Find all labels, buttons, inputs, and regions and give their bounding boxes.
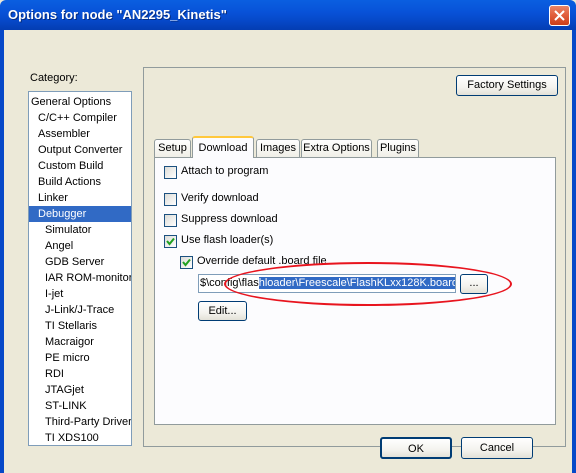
- board-file-path-input[interactable]: $\config\flashloader\Freescale\FlashKLxx…: [198, 274, 456, 293]
- suppress-download-checkbox[interactable]: Suppress download: [164, 213, 304, 228]
- override-board-file-checkbox[interactable]: Override default .board file: [180, 255, 340, 270]
- category-list[interactable]: General Options C/C++ Compiler Assembler Ou…: [28, 91, 132, 446]
- browse-button[interactable]: ...: [460, 274, 488, 294]
- board-path-text: $\config\flas: [200, 277, 259, 289]
- factory-settings-button[interactable]: Factory Settings: [456, 75, 558, 96]
- override-board-file-label: Override default .board file: [197, 255, 327, 267]
- checkmark-icon: [182, 258, 191, 267]
- window-frame-right: [572, 30, 576, 473]
- tab-setup[interactable]: Setup: [154, 139, 191, 157]
- tab-images[interactable]: Images: [256, 139, 300, 157]
- checkmark-icon: [166, 237, 175, 246]
- category-item[interactable]: C/C++ Compiler: [29, 110, 131, 126]
- category-item[interactable]: JTAGjet: [29, 382, 131, 398]
- title-bar[interactable]: Options for node "AN2295_Kinetis": [0, 0, 576, 30]
- verify-download-label: Verify download: [181, 192, 259, 204]
- category-item[interactable]: Build Actions: [29, 174, 131, 190]
- category-item[interactable]: ST-LINK: [29, 398, 131, 414]
- category-item[interactable]: IAR ROM-monitor: [29, 270, 131, 286]
- category-item[interactable]: Macraigor: [29, 334, 131, 350]
- category-item[interactable]: I-jet: [29, 286, 131, 302]
- category-item[interactable]: Custom Build: [29, 158, 131, 174]
- tab-download[interactable]: Download: [192, 136, 254, 158]
- category-item[interactable]: TI XDS100: [29, 430, 131, 445]
- category-item[interactable]: Third-Party Driver: [29, 414, 131, 430]
- checkbox-box: [180, 256, 193, 269]
- checkbox-box: [164, 235, 177, 248]
- use-flash-loader-checkbox[interactable]: Use flash loader(s): [164, 234, 304, 249]
- category-item[interactable]: Debugger: [29, 206, 131, 222]
- ok-button[interactable]: OK: [380, 437, 452, 459]
- use-flash-loader-label: Use flash loader(s): [181, 234, 274, 246]
- window-frame-left: [0, 30, 4, 473]
- verify-download-checkbox[interactable]: Verify download: [164, 192, 304, 207]
- options-dialog: Options for node "AN2295_Kinetis" Catego…: [0, 0, 576, 473]
- category-item[interactable]: RDI: [29, 366, 131, 382]
- edit-button[interactable]: Edit...: [198, 301, 247, 321]
- checkbox-box: [164, 214, 177, 227]
- category-item[interactable]: Linker: [29, 190, 131, 206]
- category-item[interactable]: PE micro: [29, 350, 131, 366]
- category-item[interactable]: Simulator: [29, 222, 131, 238]
- category-item[interactable]: TI Stellaris: [29, 318, 131, 334]
- category-item[interactable]: J-Link/J-Trace: [29, 302, 131, 318]
- board-path-selected-text: hloader\Freescale\FlashKLxx128K.board: [258, 277, 455, 289]
- checkbox-box: [164, 193, 177, 206]
- category-item[interactable]: GDB Server: [29, 254, 131, 270]
- category-item[interactable]: General Options: [29, 94, 131, 110]
- cancel-button[interactable]: Cancel: [461, 437, 533, 459]
- category-label: Category:: [30, 72, 78, 84]
- checkbox-box: [164, 166, 177, 179]
- close-icon: [554, 10, 565, 21]
- attach-to-program-checkbox[interactable]: Attach to program: [164, 165, 304, 180]
- category-item[interactable]: Angel: [29, 238, 131, 254]
- window-title: Options for node "AN2295_Kinetis": [8, 7, 227, 22]
- attach-to-program-label: Attach to program: [181, 165, 269, 177]
- tab-plugins[interactable]: Plugins: [377, 139, 419, 157]
- category-item[interactable]: Assembler: [29, 126, 131, 142]
- category-item[interactable]: Output Converter: [29, 142, 131, 158]
- tab-extra-options[interactable]: Extra Options: [301, 139, 372, 157]
- suppress-download-label: Suppress download: [181, 213, 278, 225]
- close-button[interactable]: [549, 5, 570, 26]
